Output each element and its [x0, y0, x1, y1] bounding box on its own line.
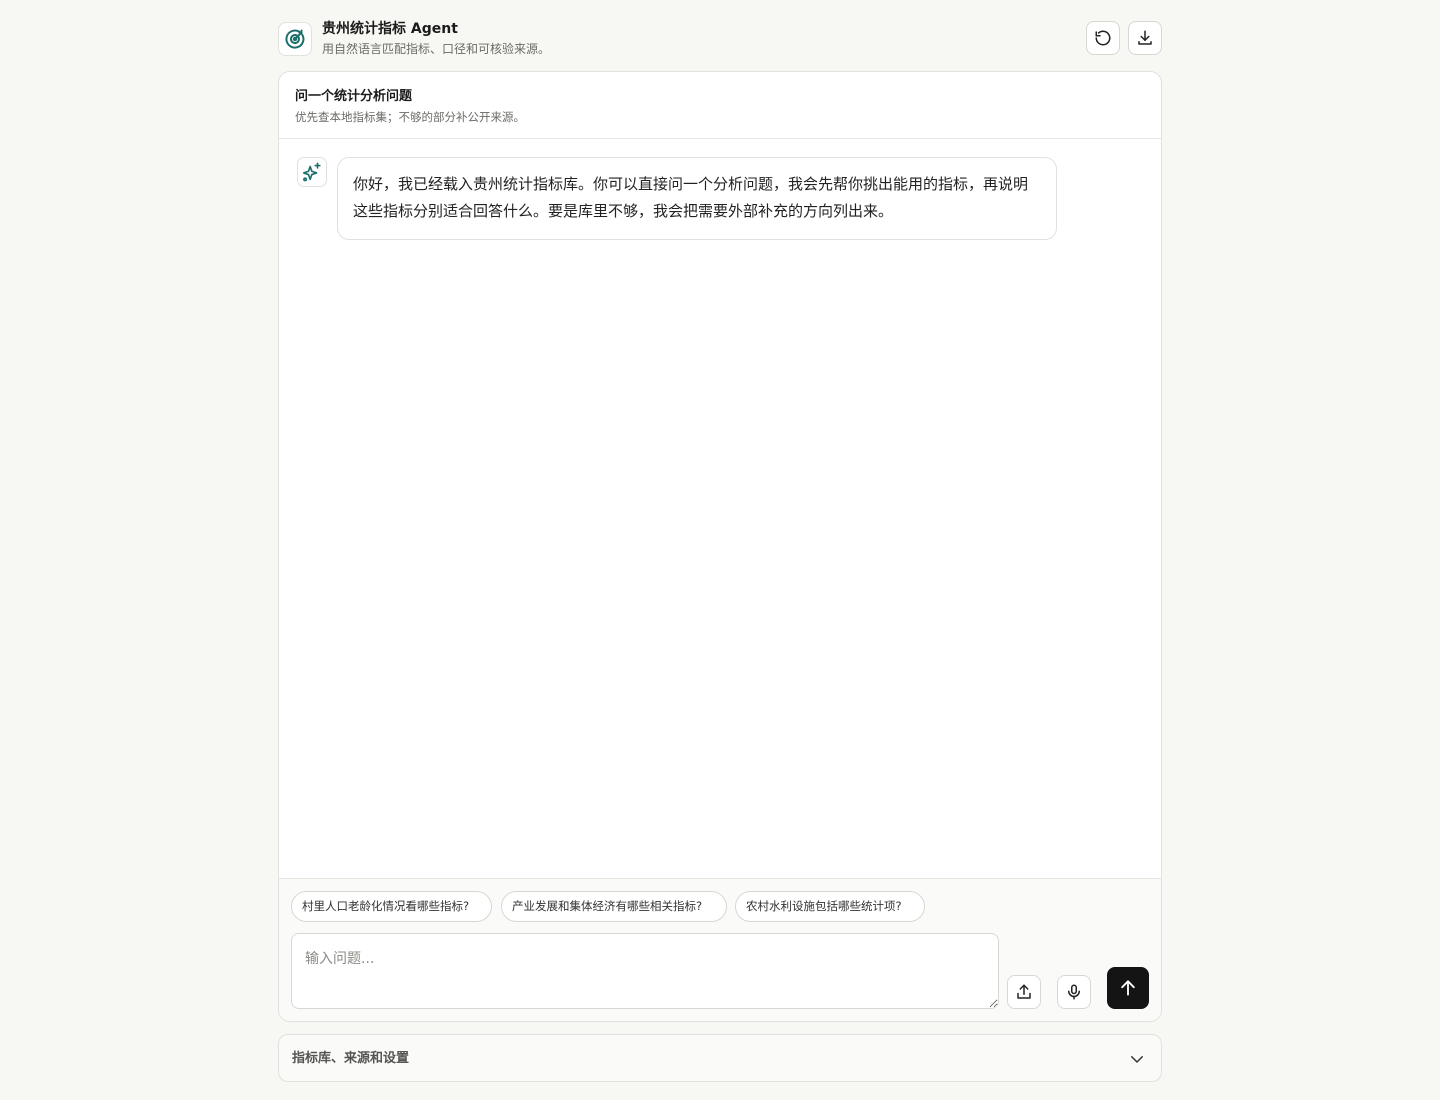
question-input[interactable] — [291, 933, 999, 1009]
chat-panel: 问一个统计分析问题 优先查本地指标集；不够的部分补公开来源。 你好，我已经载入贵… — [278, 71, 1162, 1022]
app-subtitle: 用自然语言匹配指标、口径和可核验来源。 — [322, 42, 551, 56]
assistant-avatar — [297, 157, 327, 187]
panel-header: 问一个统计分析问题 优先查本地指标集；不够的部分补公开来源。 — [279, 72, 1161, 139]
app-logo — [278, 22, 312, 56]
reset-button[interactable] — [1086, 21, 1120, 55]
refresh-icon — [1095, 30, 1111, 46]
suggestion-chip[interactable]: 农村水利设施包括哪些统计项? — [735, 891, 925, 922]
app-shell: 贵州统计指标 Agent 用自然语言匹配指标、口径和可核验来源。 问一个统计分析… — [278, 0, 1162, 1100]
assistant-message: 你好，我已经载入贵州统计指标库。你可以直接问一个分析问题，我会先帮你挑出能用的指… — [337, 157, 1057, 240]
sparkles-icon — [302, 162, 321, 182]
library-settings-accordion[interactable]: 指标库、来源和设置 — [278, 1034, 1162, 1082]
upload-button[interactable] — [1007, 975, 1041, 1009]
arrow-up-icon — [1121, 980, 1135, 996]
send-button[interactable] — [1107, 967, 1149, 1009]
target-radar-icon — [285, 29, 305, 49]
download-icon — [1138, 30, 1152, 45]
upload-icon — [1017, 984, 1031, 999]
microphone-icon — [1068, 984, 1080, 1000]
download-button[interactable] — [1128, 21, 1162, 55]
chevron-down-icon — [1127, 1049, 1147, 1069]
panel-title: 问一个统计分析问题 — [295, 89, 413, 104]
suggestion-chip[interactable]: 村里人口老龄化情况看哪些指标? — [291, 891, 492, 922]
app-header: 贵州统计指标 Agent 用自然语言匹配指标、口径和可核验来源。 — [278, 20, 1162, 60]
composer: 村里人口老龄化情况看哪些指标? 产业发展和集体经济有哪些相关指标? 农村水利设施… — [279, 878, 1161, 1021]
app-title: 贵州统计指标 Agent — [322, 21, 458, 37]
message-list[interactable]: 你好，我已经载入贵州统计指标库。你可以直接问一个分析问题，我会先帮你挑出能用的指… — [279, 139, 1161, 879]
panel-subtitle: 优先查本地指标集；不够的部分补公开来源。 — [295, 110, 525, 124]
accordion-label: 指标库、来源和设置 — [292, 1051, 410, 1066]
mic-button[interactable] — [1057, 975, 1091, 1009]
suggestion-chip[interactable]: 产业发展和集体经济有哪些相关指标? — [501, 891, 727, 922]
